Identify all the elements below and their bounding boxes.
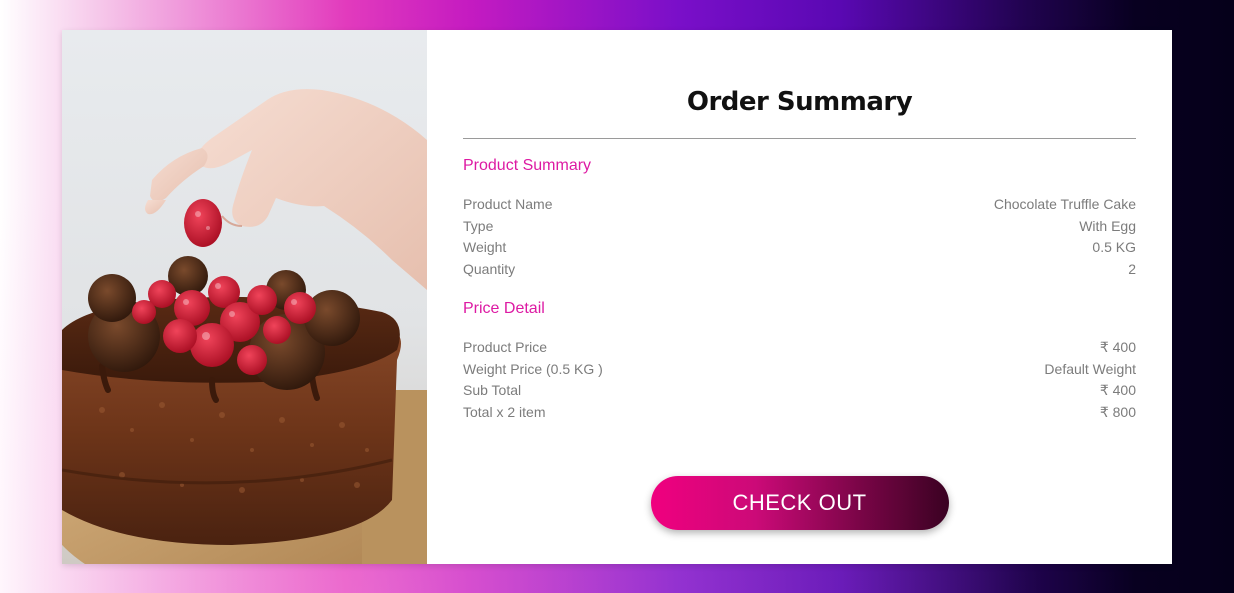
price-row-weight-price: Weight Price (0.5 KG ) Default Weight [463, 359, 1136, 381]
title-divider [463, 138, 1136, 139]
row-label: Weight [463, 239, 507, 256]
price-detail-heading: Price Detail [463, 299, 545, 317]
row-value: Chocolate Truffle Cake [993, 196, 1136, 212]
row-label: Type [463, 217, 494, 234]
row-label: Weight Price (0.5 KG ) [463, 360, 603, 377]
row-value: ₹ 400 [1099, 382, 1136, 399]
page-title: Order Summary [686, 87, 913, 117]
checkout-button[interactable]: CHECK OUT [650, 476, 949, 530]
price-row-sub-total: Sub Total ₹ 400 [463, 380, 1136, 402]
order-summary-card: Order Summary Product Summary Product Na… [62, 30, 1172, 564]
cake-photo [62, 30, 427, 564]
row-value: Default Weight [1044, 360, 1136, 377]
row-value: ₹ 800 [1099, 403, 1136, 420]
product-row-quantity: Quantity 2 [463, 259, 1136, 281]
summary-panel: Order Summary Product Summary Product Na… [427, 30, 1172, 564]
row-label: Total x 2 item [463, 403, 546, 420]
row-value: 2 [1128, 261, 1136, 278]
row-value: 0.5 KG [1092, 239, 1136, 256]
price-row-total: Total x 2 item ₹ 800 [463, 402, 1136, 424]
row-value: With Egg [1079, 217, 1136, 234]
row-label: Product Name [463, 196, 553, 212]
row-value: ₹ 400 [1099, 338, 1136, 355]
price-row-product-price: Product Price ₹ 400 [463, 337, 1136, 359]
row-label: Quantity [463, 261, 516, 278]
product-row-type: Type With Egg [463, 216, 1136, 238]
product-summary-heading: Product Summary [463, 157, 592, 174]
row-label: Sub Total [463, 382, 522, 399]
row-label: Product Price [463, 338, 548, 355]
product-row-name: Product Name Chocolate Truffle Cake [463, 194, 1136, 216]
checkout-container: CHECK OUT [427, 476, 1172, 530]
product-summary-list: Product Name Chocolate Truffle Cake Type… [463, 194, 1136, 281]
price-detail-list: Product Price ₹ 400 Weight Price (0.5 KG… [463, 337, 1136, 424]
product-row-weight: Weight 0.5 KG [463, 237, 1136, 259]
